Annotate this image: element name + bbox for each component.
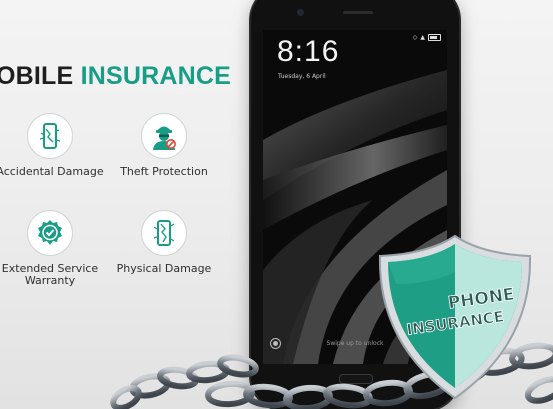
insurance-banner: OBILE INSURANCE Accidental Damage Theft … [0, 0, 553, 409]
shield-icon: PHONE INSURANCE [378, 234, 532, 400]
